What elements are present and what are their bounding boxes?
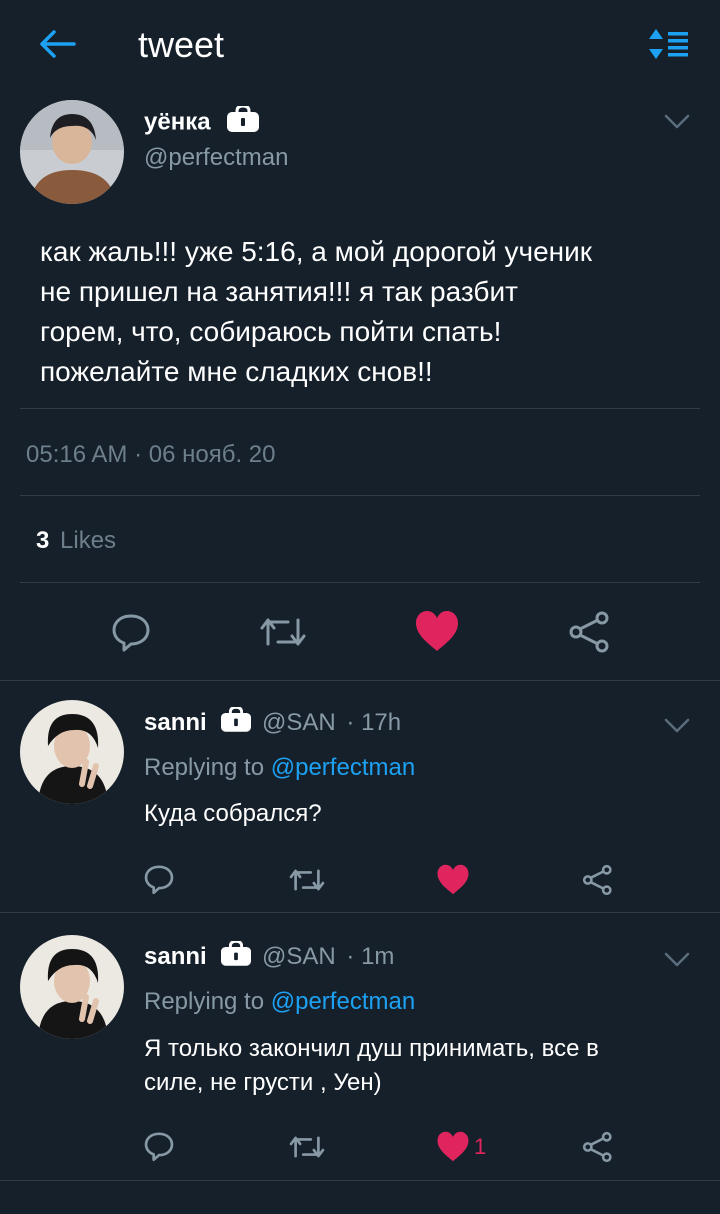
- divider: [0, 912, 720, 913]
- share-button[interactable]: [582, 864, 614, 896]
- handle[interactable]: @SAN: [262, 709, 336, 736]
- reply-text: Я только закончил душ принимать, все в с…: [144, 1032, 599, 1100]
- tweet-text-line: как жаль!!! уже 5:16, а мой дорогой учен…: [40, 236, 593, 267]
- reply-button[interactable]: [110, 612, 152, 652]
- reply-button[interactable]: [143, 1130, 175, 1162]
- heart-icon: [416, 611, 458, 651]
- retweet-button[interactable]: [288, 866, 326, 894]
- tweet-text: как жаль!!! уже 5:16, а мой дорогой учен…: [40, 232, 592, 392]
- divider: [0, 680, 720, 681]
- handle[interactable]: @SAN: [262, 943, 336, 970]
- tweet-text-line: не пришел на занятия!!! я так разбит: [40, 276, 518, 307]
- reply-options-button[interactable]: [664, 950, 690, 970]
- retweet-icon: [289, 869, 325, 891]
- display-name[interactable]: уёнка: [144, 108, 211, 135]
- like-count: 1: [474, 1134, 487, 1159]
- avatar[interactable]: [20, 935, 124, 1039]
- replying-to-link[interactable]: @perfectman: [271, 988, 415, 1015]
- like-button[interactable]: [414, 610, 460, 652]
- reply-time: · 1m: [346, 942, 395, 970]
- share-icon: [582, 864, 612, 896]
- retweet-button[interactable]: [258, 614, 308, 650]
- reply-icon: [112, 614, 150, 652]
- replying-to-label: Replying to: [144, 754, 265, 781]
- replying-to-label: Replying to: [144, 988, 265, 1015]
- handle[interactable]: @perfectman: [144, 143, 288, 173]
- heart-icon: [437, 1131, 469, 1162]
- reply-text-line: Куда собрался?: [144, 800, 322, 827]
- tweet-text-line: пожелайте мне сладких снов!!: [40, 356, 433, 387]
- replying-to-link[interactable]: @perfectman: [271, 754, 415, 781]
- reply-icon: [144, 865, 174, 895]
- reply-text-line: силе, не грусти , Уен): [144, 1069, 382, 1096]
- reply-icon: [144, 1132, 174, 1162]
- lock-icon: [221, 939, 252, 974]
- reply-time: · 17h: [346, 708, 402, 736]
- retweet-button[interactable]: [288, 1133, 326, 1161]
- lock-icon: [227, 104, 260, 140]
- chevron-down-icon: [664, 952, 690, 967]
- back-button[interactable]: [36, 26, 78, 62]
- share-button[interactable]: [568, 610, 612, 654]
- sort-button[interactable]: [646, 26, 690, 62]
- heart-icon: [437, 864, 469, 895]
- display-name[interactable]: sanni: [144, 709, 207, 736]
- lock-icon: [221, 705, 252, 740]
- tweet-timestamp: 05:16 AM · 06 нояб. 20: [26, 441, 276, 468]
- share-icon: [569, 611, 609, 653]
- page-title: tweet: [138, 24, 225, 65]
- divider: [20, 408, 700, 409]
- like-button[interactable]: [436, 1131, 470, 1162]
- likes-label: Likes: [60, 527, 117, 554]
- reply-text: Куда собрался?: [144, 797, 322, 830]
- arrow-left-icon: [40, 30, 76, 58]
- avatar[interactable]: [20, 700, 124, 804]
- sort-icon: [649, 29, 688, 59]
- share-button[interactable]: [582, 1131, 614, 1163]
- like-button[interactable]: [436, 864, 470, 895]
- reply-options-button[interactable]: [664, 716, 690, 736]
- share-icon: [582, 1131, 612, 1163]
- chevron-down-icon: [664, 114, 690, 129]
- retweet-icon: [289, 1136, 325, 1158]
- likes-summary[interactable]: 3 Likes: [36, 526, 116, 556]
- reply-button[interactable]: [143, 863, 175, 895]
- display-name[interactable]: sanni: [144, 943, 207, 970]
- tweet-options-button[interactable]: [664, 112, 690, 132]
- divider: [20, 495, 700, 496]
- divider: [20, 582, 700, 583]
- chevron-down-icon: [664, 718, 690, 733]
- divider: [0, 1180, 720, 1181]
- avatar[interactable]: [20, 100, 124, 204]
- tweet-text-line: горем, что, собираюсь пойти спать!: [40, 316, 502, 347]
- retweet-icon: [260, 618, 306, 646]
- likes-count: 3: [36, 527, 50, 554]
- reply-text-line: Я только закончил душ принимать, все в: [144, 1035, 599, 1062]
